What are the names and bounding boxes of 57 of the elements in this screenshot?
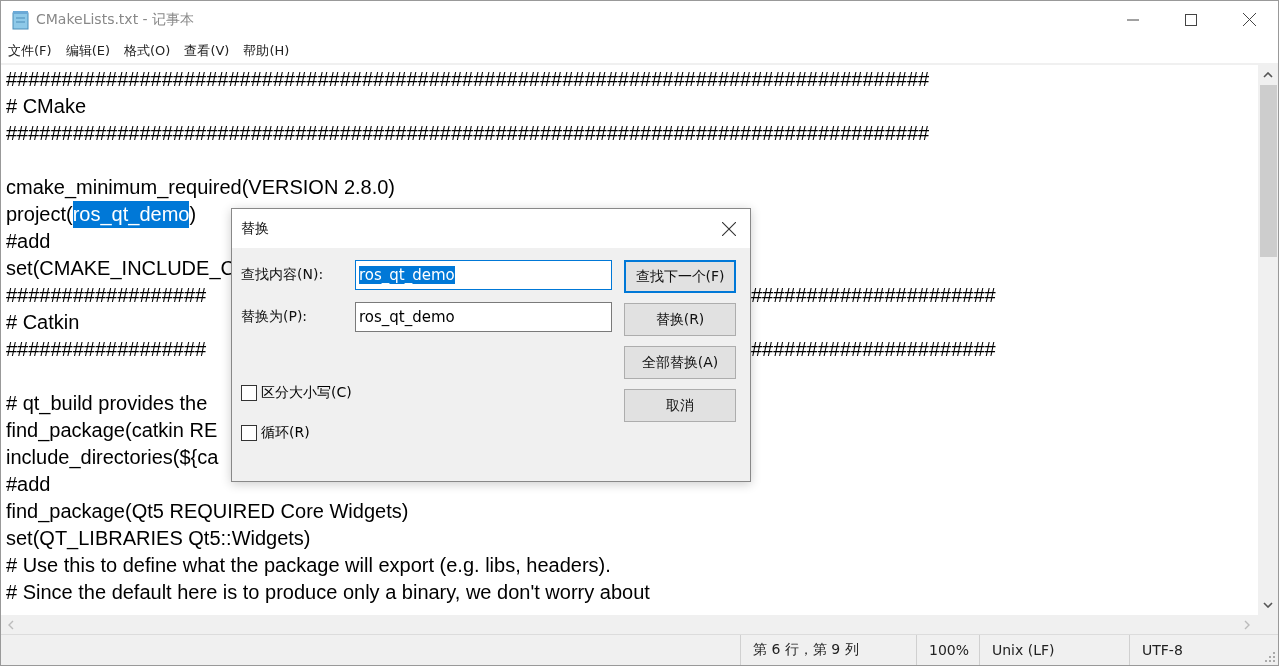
- maximize-icon: [1185, 13, 1197, 26]
- code-text: #add: [6, 229, 51, 254]
- find-field[interactable]: ros_qt_demo: [355, 260, 612, 290]
- checkbox[interactable]: [241, 425, 257, 441]
- code-text: ##################: [6, 337, 207, 362]
- field-label: 查找内容(N):: [241, 266, 325, 284]
- minimize-icon: [1127, 18, 1139, 21]
- checkbox-label[interactable]: 循环(R): [261, 424, 310, 442]
- menu-item[interactable]: 查看(V): [184, 41, 230, 60]
- scroll-down-icon: [1263, 602, 1273, 608]
- menu-item[interactable]: 编辑(E): [65, 41, 110, 60]
- code-text: #add: [6, 472, 51, 497]
- code-text: ##################: [6, 283, 207, 308]
- vertical-scrollbar[interactable]: [1258, 65, 1278, 615]
- code-text: ######################: [751, 337, 996, 362]
- close-icon[interactable]: [722, 221, 736, 236]
- code-text: cmake_minimum_required(VERSION 2.8.0): [6, 175, 396, 201]
- scroll-thumb[interactable]: [1259, 85, 1277, 257]
- scroll-up-icon: [1263, 72, 1273, 78]
- code-text: # CMake: [6, 94, 87, 119]
- replace-field[interactable]: ros_qt_demo: [355, 302, 612, 332]
- code-text: set(CMAKE_INCLUDE_C: [6, 256, 235, 282]
- code-text: ): [189, 202, 197, 225]
- code-text: ###################################################################################: [6, 67, 930, 92]
- horizontal-scrollbar[interactable]: [1, 615, 1278, 634]
- dialog-button[interactable]: 取消: [624, 389, 736, 422]
- dialog-button[interactable]: 替换(R): [624, 303, 736, 336]
- code-text: find_package(Qt5 REQUIRED Core Widgets): [6, 499, 409, 525]
- code-text: # qt_build provides the: [6, 391, 208, 417]
- code-text: # Catkin: [6, 310, 80, 335]
- code-text: set(QT_LIBRARIES Qt5::Widgets): [6, 526, 311, 552]
- code-text: include_directories(${ca: [6, 445, 219, 471]
- code-text: project(: [6, 202, 73, 225]
- menu-item[interactable]: 文件(F): [8, 41, 52, 60]
- dialog-button[interactable]: 全部替换(A): [624, 346, 736, 379]
- close-icon: [1242, 13, 1256, 26]
- status-text: Unix (LF): [980, 635, 1130, 665]
- code-text: ######################: [751, 283, 996, 308]
- code-text: find_package(catkin RE: [6, 418, 218, 444]
- menu-item[interactable]: 格式(O): [124, 41, 171, 60]
- status-text: UTF-8: [1141, 641, 1183, 660]
- code-text: ###################################################################################: [6, 121, 930, 146]
- window-title: CMakeLists.txt - 记事本: [36, 10, 195, 29]
- scroll-left-icon: [8, 619, 14, 630]
- dialog-button[interactable]: 查找下一个(F): [624, 260, 736, 293]
- field-label: 替换为(P):: [241, 308, 309, 326]
- resize-grip-icon: [1264, 651, 1276, 663]
- dialog-title: 替换: [241, 219, 269, 238]
- notepad-icon: [12, 9, 30, 30]
- status-text: 第 6 行，第 9 列: [741, 635, 917, 665]
- code-text: # Since the default here is to produce only a binary, we don't worry about: [6, 580, 650, 605]
- scroll-right-icon: [1244, 619, 1250, 630]
- code-text: # Use this to define what the package will export (e.g. libs, headers).: [6, 553, 611, 578]
- checkbox[interactable]: [241, 385, 257, 401]
- menu-item[interactable]: 帮助(H): [243, 41, 290, 60]
- status-text: 100%: [917, 635, 980, 665]
- checkbox-label[interactable]: 区分大小写(C): [261, 384, 352, 402]
